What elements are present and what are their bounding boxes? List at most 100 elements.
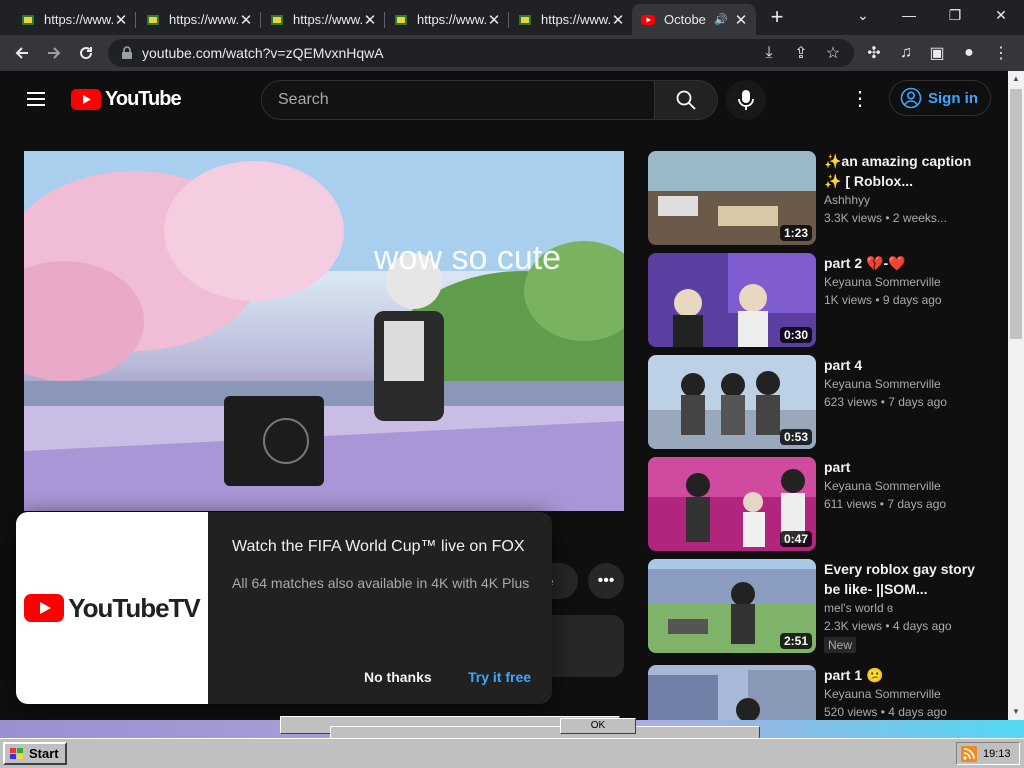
youtube-tv-logo-text: YouTubeTV: [68, 592, 201, 623]
promo-subtitle: All 64 matches also available in 4K with…: [232, 575, 530, 591]
browser-tab[interactable]: https://www. ✕: [509, 4, 633, 35]
back-icon[interactable]: [8, 39, 36, 67]
settings-menu-icon[interactable]: ⋮: [848, 87, 872, 111]
favicon-icon: [519, 14, 531, 25]
menu-icon[interactable]: [24, 87, 48, 111]
youtube-logo[interactable]: YouTube: [71, 85, 182, 113]
sign-in-button[interactable]: Sign in: [889, 80, 991, 116]
favicon-icon: [271, 14, 283, 25]
restore-icon[interactable]: ❐: [932, 0, 978, 30]
browser-tab[interactable]: https://www. ✕: [385, 4, 509, 35]
tab-search-icon[interactable]: ⌄: [840, 0, 886, 30]
browser-tab[interactable]: https://www. ✕: [137, 4, 261, 35]
profile-icon[interactable]: ●: [955, 39, 983, 67]
media-control-icon[interactable]: ♫: [892, 39, 920, 67]
search-icon: [676, 90, 696, 110]
video-stats: 520 views • 4 days ago: [824, 705, 947, 719]
tab-title: https://www.: [541, 12, 611, 27]
extensions-icon[interactable]: ✣: [860, 39, 888, 67]
bookmark-star-icon[interactable]: ☆: [819, 39, 847, 67]
youtube-tv-logo: YouTubeTV: [16, 512, 208, 704]
video-stats: 2.3K views • 4 days ago: [824, 619, 952, 633]
video-thumbnail[interactable]: 0:53: [648, 355, 816, 449]
video-title[interactable]: part 2 💔-❤️: [824, 253, 984, 273]
ghost-ok-button: OK: [560, 718, 636, 734]
audio-playing-icon[interactable]: 🔊: [714, 13, 728, 26]
related-video-card[interactable]: 0:47 part Keyauna Sommerville 611 views …: [648, 457, 988, 551]
video-title[interactable]: ✨an amazing caption ✨ [ Roblox...: [824, 151, 984, 191]
channel-name[interactable]: Keyauna Sommerville: [824, 375, 984, 393]
related-video-card[interactable]: part 1 😕 Keyauna Sommerville 520 views •…: [648, 665, 988, 720]
video-title[interactable]: part: [824, 457, 984, 477]
video-stats: 1K views • 9 days ago: [824, 293, 942, 307]
minimize-icon[interactable]: —: [886, 0, 932, 30]
browser-tab-active[interactable]: Octobe 🔊 ✕: [632, 4, 756, 35]
address-bar[interactable]: youtube.com/watch?v=zQEMvxnHqwA: [108, 39, 854, 67]
browser-toolbar: youtube.com/watch?v=zQEMvxnHqwA ⤓ ⇪ ☆ ✣ …: [0, 35, 1024, 71]
video-title[interactable]: part 1 😕: [824, 665, 984, 685]
video-thumbnail[interactable]: 0:47: [648, 457, 816, 551]
video-thumbnail[interactable]: [648, 665, 816, 720]
share-icon[interactable]: ⇪: [787, 39, 815, 67]
tab-title: Octobe: [664, 12, 706, 27]
close-tab-icon[interactable]: ✕: [611, 11, 625, 29]
close-window-icon[interactable]: ✕: [978, 0, 1024, 30]
close-tab-icon[interactable]: ✕: [239, 11, 253, 29]
video-thumbnail[interactable]: 2:51: [648, 559, 816, 653]
video-duration: 0:53: [779, 429, 812, 445]
close-tab-icon[interactable]: ✕: [487, 11, 501, 29]
taskbar: Start 19:13: [0, 738, 1024, 768]
video-thumbnail[interactable]: 0:30: [648, 253, 816, 347]
scroll-up-icon[interactable]: ▲: [1008, 71, 1024, 87]
favicon-icon: [395, 14, 407, 25]
youtube-tv-promo-dialog: YouTubeTV Watch the FIFA World Cup™ live…: [16, 512, 552, 704]
scroll-down-icon[interactable]: ▼: [1008, 704, 1024, 720]
youtube-play-logo-icon: [24, 594, 65, 622]
favicon-icon: [147, 14, 159, 25]
rss-icon[interactable]: [961, 745, 977, 762]
reload-icon[interactable]: [72, 39, 100, 67]
browser-menu-icon[interactable]: ⋮: [987, 39, 1015, 67]
voice-search-button[interactable]: [726, 80, 766, 120]
video-thumbnail[interactable]: 1:23: [648, 151, 816, 245]
close-tab-icon[interactable]: ✕: [114, 11, 128, 29]
search-button[interactable]: [654, 80, 718, 120]
browser-tab[interactable]: https://www. ✕: [12, 4, 136, 35]
more-actions-icon[interactable]: •••: [588, 563, 624, 599]
logo-text: YouTube: [105, 87, 182, 110]
related-video-card[interactable]: 2:51 Every roblox gay story be like- ||S…: [648, 559, 988, 653]
start-button[interactable]: Start: [3, 742, 67, 765]
channel-name[interactable]: Keyauna Sommerville: [824, 477, 984, 495]
channel-name[interactable]: mel's world ɞ: [824, 599, 984, 617]
related-video-card[interactable]: 0:30 part 2 💔-❤️ Keyauna Sommerville 1K …: [648, 253, 988, 347]
no-thanks-button[interactable]: No thanks: [364, 669, 432, 685]
video-title[interactable]: part 4: [824, 355, 984, 375]
scrollbar-thumb[interactable]: [1010, 89, 1022, 339]
related-video-card[interactable]: 1:23 ✨an amazing caption ✨ [ Roblox... A…: [648, 151, 988, 245]
try-it-free-button[interactable]: Try it free: [468, 669, 531, 685]
video-player[interactable]: wow so cute: [24, 151, 624, 511]
tab-title: https://www.: [293, 12, 363, 27]
tab-title: https://www.: [169, 12, 239, 27]
channel-name[interactable]: Keyauna Sommerville: [824, 273, 984, 291]
favicon-icon: [22, 14, 34, 25]
forward-icon[interactable]: [40, 39, 68, 67]
start-label: Start: [29, 746, 59, 761]
close-tab-icon[interactable]: ✕: [363, 11, 377, 29]
install-app-icon[interactable]: ⤓: [755, 39, 783, 67]
youtube-play-logo-icon: [71, 88, 101, 110]
related-video-card[interactable]: 0:53 part 4 Keyauna Sommerville 623 view…: [648, 355, 988, 449]
microphone-icon: [738, 90, 754, 110]
channel-name[interactable]: Keyauna Sommerville: [824, 685, 984, 703]
video-title[interactable]: Every roblox gay story be like- ||SOM...: [824, 559, 984, 599]
youtube-favicon-icon: [641, 14, 655, 25]
new-tab-button[interactable]: +: [765, 5, 789, 29]
search-input[interactable]: Search: [261, 80, 655, 120]
close-tab-icon[interactable]: ✕: [734, 11, 748, 29]
side-panel-icon[interactable]: ▣: [923, 39, 951, 67]
browser-tab[interactable]: https://www. ✕: [261, 4, 385, 35]
channel-name[interactable]: Ashhhyy: [824, 191, 984, 209]
page-scrollbar[interactable]: ▲ ▼: [1008, 71, 1024, 720]
promo-title: Watch the FIFA World Cup™ live on FOX: [232, 538, 525, 555]
sign-in-label: Sign in: [928, 89, 978, 107]
